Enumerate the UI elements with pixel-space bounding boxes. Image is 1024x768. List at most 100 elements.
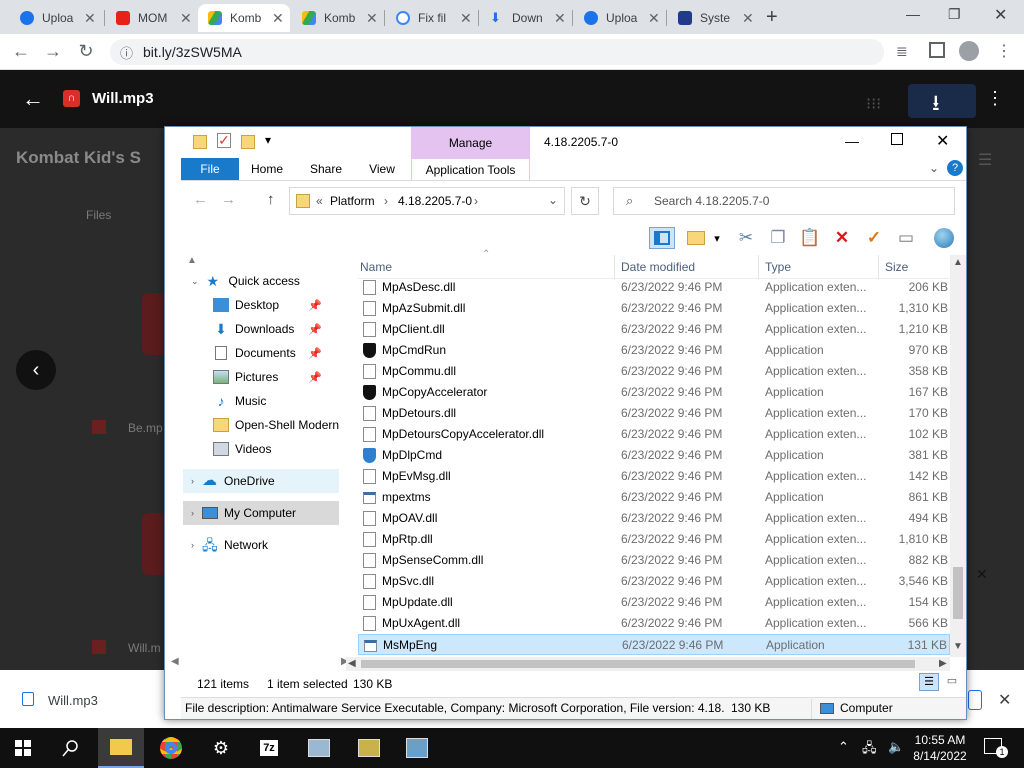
nav-scroll-left-icon[interactable]: ◀: [171, 656, 179, 667]
nav-videos[interactable]: Videos: [213, 437, 271, 461]
column-size[interactable]: Size: [885, 260, 908, 274]
file-row[interactable]: MpSenseComm.dll 6/23/2022 9:46 PM Applicat…: [358, 550, 950, 571]
column-name[interactable]: Name: [360, 260, 392, 274]
ribbon-tab-view[interactable]: View: [359, 158, 405, 180]
nav-downloads[interactable]: ⬇ Downloads: [213, 317, 294, 341]
nav-scroll-up-icon[interactable]: ▲: [187, 255, 197, 266]
close-icon[interactable]: ✕: [460, 10, 472, 27]
download-icon[interactable]: ⭳: [932, 86, 940, 124]
browser-tab[interactable]: Komb ✕: [292, 4, 384, 32]
scroll-down-icon[interactable]: ▼: [953, 641, 963, 652]
back-arrow-icon[interactable]: ←: [193, 191, 208, 208]
forward-arrow-icon[interactable]: →: [221, 191, 236, 208]
pin-icon[interactable]: 📌: [308, 371, 322, 384]
minimize-button[interactable]: —: [845, 133, 859, 149]
file-row[interactable]: MsMpEng 6/23/2022 9:46 PM Application 131 K…: [358, 634, 950, 655]
pin-icon[interactable]: 📌: [308, 299, 322, 312]
large-icons-view-icon[interactable]: ▭: [943, 673, 961, 691]
column-date[interactable]: Date modified: [621, 260, 695, 274]
back-arrow-icon[interactable]: ←: [22, 86, 44, 112]
menu-dots-icon[interactable]: ⋮: [996, 41, 1012, 61]
nav-open-shell[interactable]: Open-Shell Modern: [213, 413, 339, 437]
close-icon[interactable]: ✕: [272, 10, 284, 27]
column-divider[interactable]: [878, 255, 879, 279]
new-tab-button[interactable]: +: [766, 6, 778, 29]
file-row[interactable]: MpSvc.dll 6/23/2022 9:46 PM Application ex…: [358, 571, 950, 592]
file-row[interactable]: MpCommu.dll 6/23/2022 9:46 PM Application …: [358, 361, 950, 382]
site-info-icon[interactable]: ⓘ: [120, 43, 133, 62]
file-row[interactable]: MpDlpCmd 6/23/2022 9:46 PM Application 381 …: [358, 445, 950, 466]
scroll-thumb[interactable]: [953, 567, 963, 619]
address-bar[interactable]: ⓘ bit.ly/3zSW5MA: [110, 39, 884, 65]
file-row[interactable]: MpAsDesc.dll 6/23/2022 9:46 PM Application…: [358, 277, 950, 298]
preview-pane-icon[interactable]: [649, 227, 675, 249]
clock-time[interactable]: 10:55 AM: [914, 733, 966, 747]
file-row[interactable]: MpRtp.dll 6/23/2022 9:46 PM Application ex…: [358, 529, 950, 550]
profile-avatar[interactable]: [959, 41, 979, 61]
file-row[interactable]: MpCopyAccelerator 6/23/2022 9:46 PM Applic…: [358, 382, 950, 403]
browser-tab[interactable]: Fix fil ✕: [386, 4, 478, 32]
forward-arrow-icon[interactable]: →: [42, 41, 64, 62]
file-row[interactable]: MpAzSubmit.dll 6/23/2022 9:46 PM Applicati…: [358, 298, 950, 319]
browser-tab[interactable]: Uploa ✕: [574, 4, 666, 32]
address-path-bar[interactable]: « Platform › 4.18.2205.7-0 › ⌄: [289, 187, 565, 215]
close-shelf-icon[interactable]: ✕: [998, 690, 1011, 710]
sevenzip-taskbar-icon[interactable]: 7z: [246, 728, 292, 768]
nav-desktop[interactable]: Desktop: [213, 293, 279, 317]
browser-tab[interactable]: ⬇ Down ✕: [480, 4, 572, 32]
nav-hscroll-track[interactable]: [181, 661, 337, 667]
clock-date[interactable]: 8/14/2022: [912, 749, 968, 763]
close-window-button[interactable]: ✕: [994, 5, 1007, 25]
close-icon[interactable]: ✕: [554, 10, 566, 27]
tray-chevron-icon[interactable]: ⌃: [838, 739, 849, 755]
scroll-left-icon[interactable]: ◀: [348, 658, 356, 669]
app-taskbar-icon[interactable]: [296, 728, 342, 768]
file-row[interactable]: mpextms 6/23/2022 9:46 PM Application 861 K…: [358, 487, 950, 508]
nav-quick-access[interactable]: ⌄ ★ Quick access: [191, 269, 300, 293]
path-overflow[interactable]: «: [316, 194, 323, 208]
maximize-button[interactable]: [891, 133, 903, 145]
new-folder-icon[interactable]: [241, 135, 255, 149]
nav-documents[interactable]: Documents: [213, 341, 296, 365]
dropdown-icon[interactable]: ▾: [711, 227, 723, 249]
nav-pictures[interactable]: Pictures: [213, 365, 278, 389]
path-chevron-icon[interactable]: ›: [474, 194, 478, 208]
ribbon-expand-icon[interactable]: ⌄: [929, 161, 939, 175]
scroll-up-icon[interactable]: ▲: [953, 257, 963, 268]
refresh-icon[interactable]: ↻: [571, 187, 599, 215]
ribbon-tab-application-tools[interactable]: Application Tools: [411, 158, 530, 180]
more-options-icon[interactable]: ⋮: [986, 88, 1004, 109]
browser-tab[interactable]: MOM ✕: [106, 4, 198, 32]
file-row[interactable]: MpClient.dll 6/23/2022 9:46 PM Application…: [358, 319, 950, 340]
browser-tab-active[interactable]: Komb ✕: [198, 4, 290, 32]
nav-network[interactable]: › 🖧 Network: [191, 533, 268, 557]
paste-icon[interactable]: 📋: [799, 227, 821, 249]
file-row[interactable]: MpDetoursCopyAccelerator.dll 6/23/2022 9:…: [358, 424, 950, 445]
browser-tab[interactable]: Uploa ✕: [10, 4, 102, 32]
back-arrow-icon[interactable]: ←: [10, 41, 32, 62]
globe-icon[interactable]: [933, 227, 955, 249]
close-icon[interactable]: ✕: [366, 10, 378, 27]
restore-button[interactable]: ❐: [948, 6, 961, 23]
scroll-right-icon[interactable]: ▶: [939, 658, 947, 669]
pin-icon[interactable]: 📌: [308, 347, 322, 360]
close-button[interactable]: ✕: [936, 131, 949, 151]
file-row[interactable]: MpDetours.dll 6/23/2022 9:46 PM Applicatio…: [358, 403, 950, 424]
chrome-taskbar-icon[interactable]: [148, 728, 194, 768]
download-file-name[interactable]: Will.mp3: [48, 693, 98, 708]
side-panel-icon[interactable]: [929, 42, 945, 58]
app-taskbar-icon[interactable]: [346, 728, 392, 768]
file-row[interactable]: MpEvMsg.dll 6/23/2022 9:46 PM Application …: [358, 466, 950, 487]
file-row[interactable]: MpOAV.dll 6/23/2022 9:46 PM Application ex…: [358, 508, 950, 529]
bg-close-icon[interactable]: ✕: [976, 566, 988, 583]
volume-icon[interactable]: 🔈: [888, 739, 904, 755]
pin-icon[interactable]: 📌: [308, 323, 322, 336]
path-chevron-icon[interactable]: ›: [384, 194, 388, 208]
close-icon[interactable]: ✕: [648, 10, 660, 27]
search-box[interactable]: ⌕ Search 4.18.2205.7-0: [613, 187, 955, 215]
new-folder-icon[interactable]: [685, 227, 707, 249]
search-icon[interactable]: [48, 728, 94, 768]
details-view-icon[interactable]: ☰: [919, 673, 939, 691]
copy-icon[interactable]: ❐: [767, 227, 789, 249]
settings-gear-icon[interactable]: ⚙: [198, 728, 244, 768]
